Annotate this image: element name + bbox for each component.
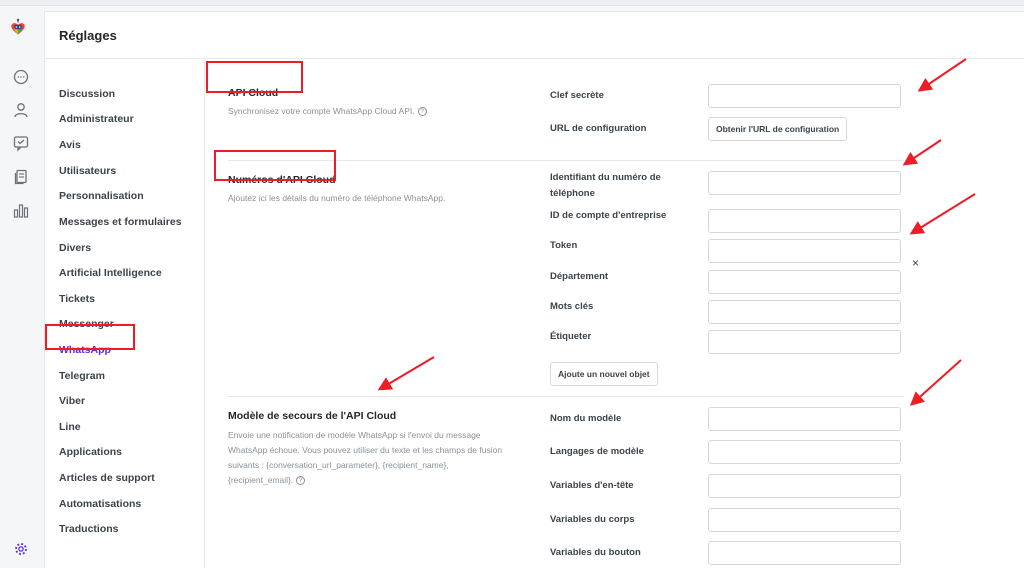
- app-logo-icon[interactable]: [9, 18, 33, 42]
- settings-panel: Réglages Discussion Administrateur Avis …: [44, 11, 1024, 568]
- nav-item-automatisations[interactable]: Automatisations: [59, 498, 141, 510]
- help-icon[interactable]: ?: [296, 476, 306, 485]
- phone-number-id-label: Identifiant du numéro de téléphone: [550, 172, 661, 199]
- settings-nav: Discussion Administrateur Avis Utilisate…: [45, 60, 205, 568]
- nav-item-tickets[interactable]: Tickets: [59, 293, 95, 305]
- api-numbers-title: Numéros d'API Cloud: [228, 174, 336, 186]
- phone-number-id-input[interactable]: [708, 171, 901, 195]
- keywords-label: Mots clés: [550, 301, 594, 312]
- body-variables-label: Variables du corps: [550, 514, 635, 525]
- fallback-template-description: Envoie une notification de modèle WhatsA…: [228, 430, 503, 485]
- button-variables-input[interactable]: [708, 541, 901, 565]
- nav-item-avis[interactable]: Avis: [59, 139, 81, 151]
- nav-item-administrateur[interactable]: Administrateur: [59, 113, 134, 125]
- department-label: Département: [550, 271, 609, 282]
- nav-item-messages-formulaires[interactable]: Messages et formulaires: [59, 216, 182, 228]
- config-url-label: URL de configuration: [550, 123, 647, 134]
- section-divider: [228, 160, 904, 161]
- whatsapp-settings-content: API Cloud Synchronisez votre compte What…: [206, 60, 1024, 568]
- user-icon[interactable]: [12, 101, 30, 119]
- nav-item-telegram[interactable]: Telegram: [59, 370, 105, 382]
- nav-item-line[interactable]: Line: [59, 421, 81, 433]
- page-title: Réglages: [59, 28, 117, 43]
- template-name-input[interactable]: [708, 407, 901, 431]
- articles-icon[interactable]: [12, 168, 30, 186]
- nav-item-viber[interactable]: Viber: [59, 395, 85, 407]
- ticket-icon[interactable]: [12, 134, 30, 152]
- nav-item-applications[interactable]: Applications: [59, 446, 122, 458]
- nav-item-articles-support[interactable]: Articles de support: [59, 472, 155, 484]
- nav-item-whatsapp[interactable]: WhatsApp: [59, 344, 111, 356]
- button-variables-label: Variables du bouton: [550, 547, 641, 558]
- nav-item-divers[interactable]: Divers: [59, 242, 91, 254]
- nav-item-discussion[interactable]: Discussion: [59, 88, 115, 100]
- nav-item-utilisateurs[interactable]: Utilisateurs: [59, 165, 116, 177]
- business-account-id-input[interactable]: [708, 209, 901, 233]
- nav-item-messenger[interactable]: Messenger: [59, 318, 114, 330]
- body-variables-input[interactable]: [708, 508, 901, 532]
- api-numbers-description: Ajoutez ici les détails du numéro de tél…: [228, 193, 446, 203]
- api-cloud-description: Synchronisez votre compte WhatsApp Cloud…: [228, 104, 518, 119]
- nav-item-personnalisation[interactable]: Personnalisation: [59, 190, 144, 202]
- department-input[interactable]: [708, 270, 901, 294]
- settings-header: Réglages: [45, 12, 1024, 59]
- header-variables-input[interactable]: [708, 474, 901, 498]
- reports-bar-chart-icon[interactable]: [12, 202, 30, 220]
- token-label: Token: [550, 240, 578, 251]
- app-icon-rail: [0, 6, 42, 568]
- remove-number-icon[interactable]: ×: [912, 256, 919, 270]
- nav-item-traductions[interactable]: Traductions: [59, 523, 119, 535]
- secret-key-label: Clef secrète: [550, 90, 604, 101]
- keywords-input[interactable]: [708, 300, 901, 324]
- template-name-label: Nom du modèle: [550, 413, 622, 424]
- window-top-strip: [0, 0, 1024, 6]
- tag-input[interactable]: [708, 330, 901, 354]
- tag-label: Étiqueter: [550, 331, 592, 342]
- template-languages-input[interactable]: [708, 440, 901, 464]
- settings-gear-icon[interactable]: [13, 541, 29, 557]
- fallback-template-title: Modèle de secours de l'API Cloud: [228, 410, 397, 422]
- add-new-object-button[interactable]: Ajoute un nouvel objet: [550, 362, 658, 386]
- business-account-id-label: ID de compte d'entreprise: [550, 210, 667, 221]
- help-icon[interactable]: ?: [417, 107, 427, 116]
- section-divider: [228, 396, 904, 397]
- secret-key-input[interactable]: [708, 84, 901, 108]
- api-cloud-title: API Cloud: [228, 87, 279, 99]
- nav-item-artificial-intelligence[interactable]: Artificial Intelligence: [59, 267, 162, 279]
- chat-bubble-icon[interactable]: [12, 68, 30, 86]
- token-input[interactable]: [708, 239, 901, 263]
- get-config-url-button[interactable]: Obtenir l'URL de configuration: [708, 117, 848, 141]
- header-variables-label: Variables d'en-tête: [550, 480, 634, 491]
- template-languages-label: Langages de modèle: [550, 446, 644, 457]
